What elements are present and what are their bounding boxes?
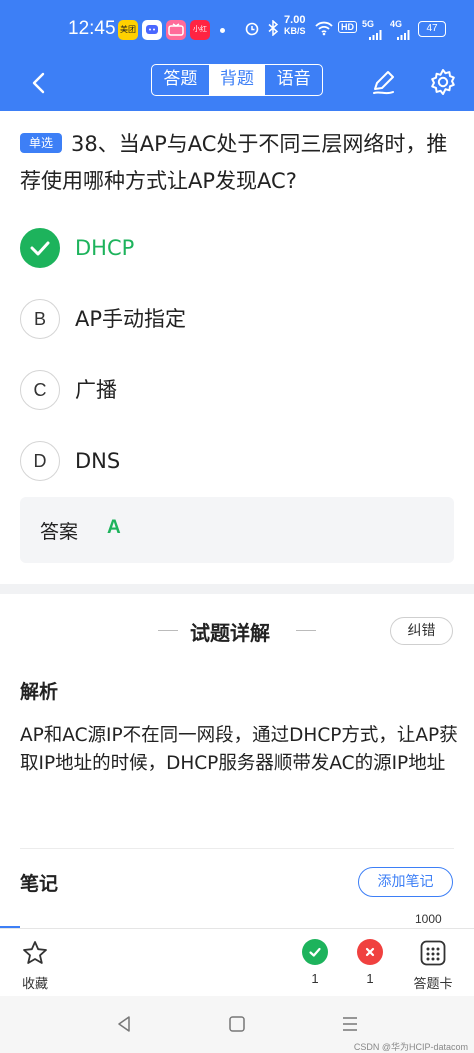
answer-box: 答案 A	[20, 497, 454, 563]
back-button[interactable]	[22, 66, 56, 100]
network-speed: 7.00 KB/S	[284, 15, 306, 37]
option-c[interactable]: C 广播	[20, 370, 460, 410]
option-d-text: DNS	[75, 449, 121, 473]
wrong-icon	[357, 939, 383, 965]
favorite-label: 收藏	[21, 977, 48, 992]
title-line-right	[296, 630, 316, 631]
signal-bars-1-icon	[368, 28, 382, 43]
answer-card-button[interactable]: 答题卡	[404, 939, 462, 992]
add-note-button[interactable]: 添加笔记	[358, 867, 453, 897]
settings-button[interactable]	[426, 65, 460, 99]
status-time: 12:45	[68, 18, 116, 39]
nav-back-button[interactable]	[114, 1014, 134, 1034]
nav-menu-button[interactable]	[340, 1014, 360, 1034]
analysis-text: AP和AC源IP不在同一网段，通过DHCP方式，让AP获取IP地址的时候，DHC…	[20, 725, 458, 774]
tab-voice[interactable]: 语音	[265, 65, 322, 95]
favorite-button[interactable]: 收藏	[12, 939, 58, 992]
square-home-icon	[229, 1016, 245, 1032]
correct-check-icon	[20, 228, 60, 268]
grid-icon	[420, 940, 446, 966]
gear-icon	[431, 69, 455, 95]
answer-label: 答案	[40, 521, 79, 543]
mode-switch: 答题 背题 语音	[151, 64, 323, 96]
divider	[20, 848, 454, 849]
wifi-icon	[314, 20, 334, 39]
wrong-count: 1	[355, 939, 385, 986]
watermark: CSDN @华为HCIP-datacom	[353, 1042, 468, 1052]
correct-icon	[302, 939, 328, 965]
section-divider	[0, 584, 474, 594]
edit-button[interactable]	[366, 65, 400, 99]
bottom-bar: 收藏 1 1 答题卡	[0, 928, 474, 996]
analysis-label: 解析	[20, 681, 59, 703]
bluetooth-icon	[266, 19, 280, 39]
option-a[interactable]: DHCP	[20, 228, 460, 268]
note-char-limit: 1000	[415, 912, 442, 926]
option-d[interactable]: D DNS	[20, 441, 460, 481]
correct-count: 1	[300, 939, 330, 986]
net-speed-value: 7.00	[284, 14, 306, 26]
alarm-icon	[244, 20, 260, 39]
option-d-letter: D	[20, 441, 60, 481]
wrong-count-value: 1	[366, 971, 374, 986]
menu-icon	[343, 1017, 357, 1031]
tab-answer[interactable]: 答题	[152, 65, 209, 95]
notification-dot	[220, 28, 225, 33]
battery-indicator: 47	[418, 21, 446, 37]
signal-bars-2-icon	[396, 28, 410, 43]
title-line-left	[158, 630, 178, 631]
xiaohongshu-app-icon: 小红书	[190, 20, 210, 40]
chevron-left-icon	[32, 72, 45, 94]
question-text: 38、当AP与AC处于不同三层网络时，推荐使用哪种方式让AP发现AC?	[20, 132, 448, 193]
answer-card-label: 答题卡	[413, 977, 453, 992]
tab-memorize[interactable]: 背题	[208, 65, 266, 95]
nav-home-button[interactable]	[227, 1014, 247, 1034]
option-b[interactable]: B AP手动指定	[20, 299, 460, 339]
report-error-button[interactable]: 纠错	[390, 617, 453, 645]
notes-label: 笔记	[20, 873, 59, 895]
status-bar: 12:45 美团 小红书 7.00 KB/S HD 5G 4G 47	[0, 0, 474, 56]
correct-count-value: 1	[311, 971, 319, 986]
triangle-back-icon	[118, 1016, 130, 1032]
option-b-letter: B	[20, 299, 60, 339]
net-speed-unit: KB/S	[284, 26, 306, 36]
meituan-app-icon: 美团	[118, 20, 138, 40]
hd-badge: HD	[338, 21, 357, 33]
detail-title: 试题详解	[190, 621, 270, 645]
star-icon	[23, 941, 47, 964]
video-app-icon	[166, 20, 186, 40]
option-a-text: DHCP	[75, 236, 135, 260]
option-c-text: 广播	[75, 378, 117, 402]
option-b-text: AP手动指定	[75, 307, 187, 331]
top-header: 答题 背题 语音	[0, 56, 474, 111]
pen-icon	[373, 71, 394, 95]
option-c-letter: C	[20, 370, 60, 410]
answer-value: A	[107, 517, 121, 538]
chat-app-icon	[142, 20, 162, 40]
